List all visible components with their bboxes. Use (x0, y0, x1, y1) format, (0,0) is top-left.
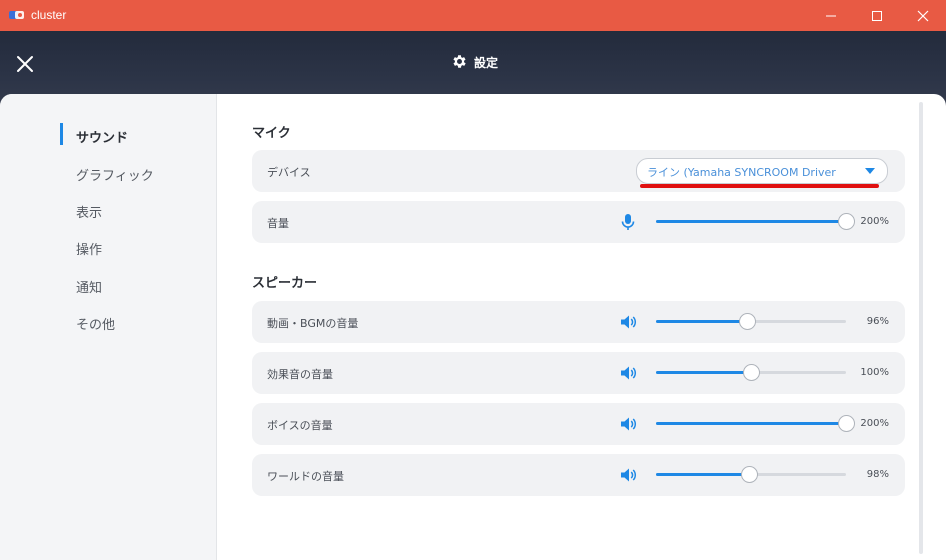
slider-thumb[interactable] (741, 466, 759, 483)
settings-content: マイク デバイス ライン (Yamaha SYNCROOM Driver 音量 … (216, 94, 946, 560)
caret-down-icon (865, 168, 875, 174)
mic-device-value: ライン (Yamaha SYNCROOM Driver (647, 166, 836, 179)
active-indicator (60, 123, 63, 145)
settings-sidebar: サウンド グラフィック 表示 操作 通知 その他 (0, 94, 217, 560)
slider-thumb[interactable] (838, 415, 855, 432)
slider-fill (656, 320, 748, 323)
volume-row-label: 効果音の音量 (267, 368, 333, 381)
content-scrollbar[interactable] (919, 102, 923, 554)
speaker-volume-row: 効果音の音量 100% (252, 352, 905, 394)
sidebar-item-display[interactable]: 表示 (76, 202, 102, 221)
volume-row-value: 100% (860, 367, 889, 378)
mic-device-select[interactable]: ライン (Yamaha SYNCROOM Driver (636, 158, 888, 184)
sidebar-item-notifications[interactable]: 通知 (76, 277, 102, 296)
minimize-button[interactable] (808, 0, 854, 31)
volume-row-label: ワールドの音量 (267, 470, 344, 483)
speaker-icon (621, 417, 637, 431)
speaker-section-title: スピーカー (252, 276, 318, 291)
speaker-icon (621, 468, 637, 482)
sidebar-item-other[interactable]: その他 (76, 314, 115, 333)
maximize-icon (872, 11, 882, 21)
slider-thumb[interactable] (838, 213, 855, 230)
mic-volume-slider[interactable] (656, 213, 855, 230)
volume-row-label: ボイスの音量 (267, 419, 333, 432)
window-title: cluster (31, 8, 67, 22)
sidebar-item-graphics[interactable]: グラフィック (76, 165, 154, 184)
volume-row-value: 200% (860, 418, 889, 429)
maximize-button[interactable] (854, 0, 900, 31)
mic-device-row: デバイス ライン (Yamaha SYNCROOM Driver (252, 150, 905, 192)
volume-slider[interactable] (656, 415, 855, 432)
mic-volume-row: 音量 200% (252, 201, 905, 243)
minimize-icon (826, 15, 836, 17)
slider-thumb[interactable] (739, 313, 757, 330)
slider-fill (656, 220, 846, 223)
close-settings-icon[interactable] (14, 53, 36, 75)
speaker-volume-row: ワールドの音量 98% (252, 454, 905, 496)
speaker-icon (621, 366, 637, 380)
volume-row-label: 動画・BGMの音量 (267, 317, 359, 330)
cluster-logo-icon (9, 11, 24, 19)
highlight-underline (640, 184, 879, 188)
sidebar-item-sound[interactable]: サウンド (76, 127, 128, 146)
window-close-icon (917, 10, 929, 22)
volume-row-value: 96% (866, 316, 889, 327)
window-close-button[interactable] (900, 0, 946, 31)
window-titlebar: cluster (0, 0, 946, 31)
settings-panel: サウンド グラフィック 表示 操作 通知 その他 マイク デバイス ライン (Y… (0, 94, 946, 560)
slider-fill (656, 371, 751, 374)
slider-thumb[interactable] (743, 364, 760, 381)
sidebar-item-controls[interactable]: 操作 (76, 239, 102, 258)
volume-slider[interactable] (656, 313, 846, 330)
mic-volume-label: 音量 (267, 217, 289, 230)
gear-icon (453, 55, 466, 68)
volume-slider[interactable] (656, 466, 846, 483)
volume-slider[interactable] (656, 364, 846, 381)
microphone-icon (621, 214, 635, 230)
mic-volume-value: 200% (860, 216, 889, 227)
volume-row-value: 98% (866, 469, 889, 480)
mic-device-label: デバイス (267, 166, 311, 179)
speaker-icon (621, 315, 637, 329)
slider-fill (656, 473, 750, 476)
mic-section-title: マイク (252, 126, 291, 141)
speaker-volume-row: 動画・BGMの音量 96% (252, 301, 905, 343)
speaker-volume-row: ボイスの音量 200% (252, 403, 905, 445)
page-title: 設定 (474, 56, 499, 70)
slider-fill (656, 422, 846, 425)
